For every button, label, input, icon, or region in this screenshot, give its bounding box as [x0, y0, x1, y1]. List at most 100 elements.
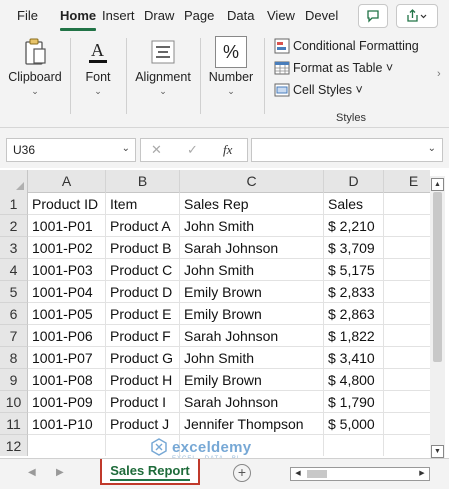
grid-cell[interactable]: 1001-P05 — [28, 303, 106, 325]
sheet-tab-sales-report[interactable]: Sales Report — [100, 459, 200, 485]
name-box[interactable]: U36 ⌄ — [6, 138, 136, 162]
menu-draw[interactable]: Draw — [144, 8, 174, 23]
scrollbar-thumb[interactable] — [307, 470, 327, 478]
grid-cell[interactable]: $ 2,833 — [324, 281, 384, 303]
prev-sheet-icon[interactable]: ◀ — [28, 467, 36, 478]
row-header[interactable]: 9 — [0, 369, 28, 391]
grid-cell[interactable]: $ 2,863 — [324, 303, 384, 325]
chevron-down-icon[interactable]: ⌄ — [122, 143, 130, 154]
menu-insert[interactable]: Insert — [102, 8, 135, 23]
menu-view[interactable]: View — [267, 8, 295, 23]
grid-cell[interactable]: $ 3,410 — [324, 347, 384, 369]
grid-cell[interactable] — [28, 435, 106, 456]
scrollbar-thumb[interactable] — [433, 192, 442, 362]
ribbon-scroll-right-icon[interactable]: › — [437, 68, 441, 80]
grid-cell[interactable]: 1001-P01 — [28, 215, 106, 237]
row-header[interactable]: 12 — [0, 435, 28, 456]
add-sheet-icon[interactable]: + — [233, 464, 251, 482]
grid-cell[interactable]: Emily Brown — [180, 281, 324, 303]
grid-cell[interactable] — [384, 303, 430, 325]
grid-cell[interactable]: Product ID — [28, 193, 106, 215]
cell-styles-button[interactable]: Cell Styles ˅ — [274, 80, 363, 100]
scroll-up-icon[interactable]: ▲ — [431, 178, 444, 191]
grid-cell[interactable]: $ 4,800 — [324, 369, 384, 391]
menu-file[interactable]: File — [17, 8, 38, 23]
grid-cell[interactable] — [384, 325, 430, 347]
number-group[interactable]: % Number ⌄ — [204, 32, 258, 128]
grid-cell[interactable]: Sales — [324, 193, 384, 215]
grid-cell[interactable] — [324, 435, 384, 456]
grid-cell[interactable]: Product J — [106, 413, 180, 435]
format-as-table-button[interactable]: Format as Table ˅ — [274, 58, 393, 78]
grid-cell[interactable] — [384, 435, 430, 456]
grid-cell[interactable]: $ 3,709 — [324, 237, 384, 259]
vertical-scrollbar[interactable]: ▲ ▼ — [430, 176, 445, 460]
grid-cell[interactable]: 1001-P02 — [28, 237, 106, 259]
row-header[interactable]: 7 — [0, 325, 28, 347]
menu-devel[interactable]: Devel — [305, 8, 338, 23]
grid-cell[interactable] — [384, 215, 430, 237]
grid-cell[interactable]: Product F — [106, 325, 180, 347]
insert-function-icon[interactable]: fx — [223, 142, 232, 158]
grid-cell[interactable]: Sarah Johnson — [180, 325, 324, 347]
grid-cell[interactable]: Product E — [106, 303, 180, 325]
scroll-left-icon[interactable]: ◀ — [292, 468, 304, 480]
menu-home[interactable]: Home — [60, 8, 96, 23]
grid-cell[interactable]: Product B — [106, 237, 180, 259]
column-header[interactable]: D — [324, 170, 384, 193]
grid-cell[interactable]: 1001-P04 — [28, 281, 106, 303]
grid-cell[interactable] — [384, 369, 430, 391]
grid-cell[interactable]: 1001-P08 — [28, 369, 106, 391]
formula-input[interactable]: ⌄ — [251, 138, 443, 162]
grid-cell[interactable] — [384, 413, 430, 435]
grid-cell[interactable]: $ 5,000 — [324, 413, 384, 435]
next-sheet-icon[interactable]: ▶ — [56, 467, 64, 478]
grid-cell[interactable] — [384, 237, 430, 259]
font-group[interactable]: A Font ⌄ — [74, 32, 122, 128]
grid-cell[interactable]: Sarah Johnson — [180, 237, 324, 259]
grid-cell[interactable]: Product C — [106, 259, 180, 281]
grid-cell[interactable]: John Smith — [180, 347, 324, 369]
grid-cell[interactable]: $ 5,175 — [324, 259, 384, 281]
grid-cell[interactable]: Sarah Johnson — [180, 391, 324, 413]
menu-page[interactable]: Page — [184, 8, 214, 23]
row-header[interactable]: 4 — [0, 259, 28, 281]
row-header[interactable]: 10 — [0, 391, 28, 413]
comments-button[interactable] — [358, 4, 388, 28]
grid-cell[interactable]: $ 2,210 — [324, 215, 384, 237]
grid-cell[interactable]: 1001-P03 — [28, 259, 106, 281]
conditional-formatting-button[interactable]: Conditional Formatting — [274, 36, 419, 56]
grid-cell[interactable]: 1001-P10 — [28, 413, 106, 435]
column-header[interactable]: A — [28, 170, 106, 193]
menu-data[interactable]: Data — [227, 8, 254, 23]
scroll-right-icon[interactable]: ▶ — [416, 468, 428, 480]
column-header[interactable]: E — [384, 170, 430, 193]
grid-cell[interactable]: $ 1,822 — [324, 325, 384, 347]
row-header[interactable]: 5 — [0, 281, 28, 303]
grid-cell[interactable]: John Smith — [180, 215, 324, 237]
grid-cell[interactable]: 1001-P06 — [28, 325, 106, 347]
grid-cell[interactable] — [384, 347, 430, 369]
grid-cell[interactable]: Item — [106, 193, 180, 215]
grid-cell[interactable]: John Smith — [180, 259, 324, 281]
grid-cell[interactable]: Product I — [106, 391, 180, 413]
column-header[interactable]: B — [106, 170, 180, 193]
grid-cell[interactable]: 1001-P09 — [28, 391, 106, 413]
row-header[interactable]: 11 — [0, 413, 28, 435]
row-header[interactable]: 6 — [0, 303, 28, 325]
grid-cell[interactable]: Jennifer Thompson — [180, 413, 324, 435]
alignment-group[interactable]: Alignment ⌄ — [130, 32, 196, 128]
grid-cell[interactable] — [384, 259, 430, 281]
row-header[interactable]: 2 — [0, 215, 28, 237]
grid-cell[interactable]: Product H — [106, 369, 180, 391]
grid-cell[interactable]: Sales Rep — [180, 193, 324, 215]
row-header[interactable]: 3 — [0, 237, 28, 259]
grid-cell[interactable]: Product G — [106, 347, 180, 369]
grid-cell[interactable]: Product A — [106, 215, 180, 237]
grid-cell[interactable]: Emily Brown — [180, 303, 324, 325]
clipboard-group[interactable]: Clipboard ⌄ — [4, 32, 66, 128]
horizontal-scrollbar[interactable]: ◀ ▶ — [290, 467, 430, 481]
cancel-icon[interactable]: ✕ — [151, 142, 162, 158]
select-all-corner[interactable] — [0, 170, 28, 193]
enter-icon[interactable]: ✓ — [187, 142, 198, 158]
